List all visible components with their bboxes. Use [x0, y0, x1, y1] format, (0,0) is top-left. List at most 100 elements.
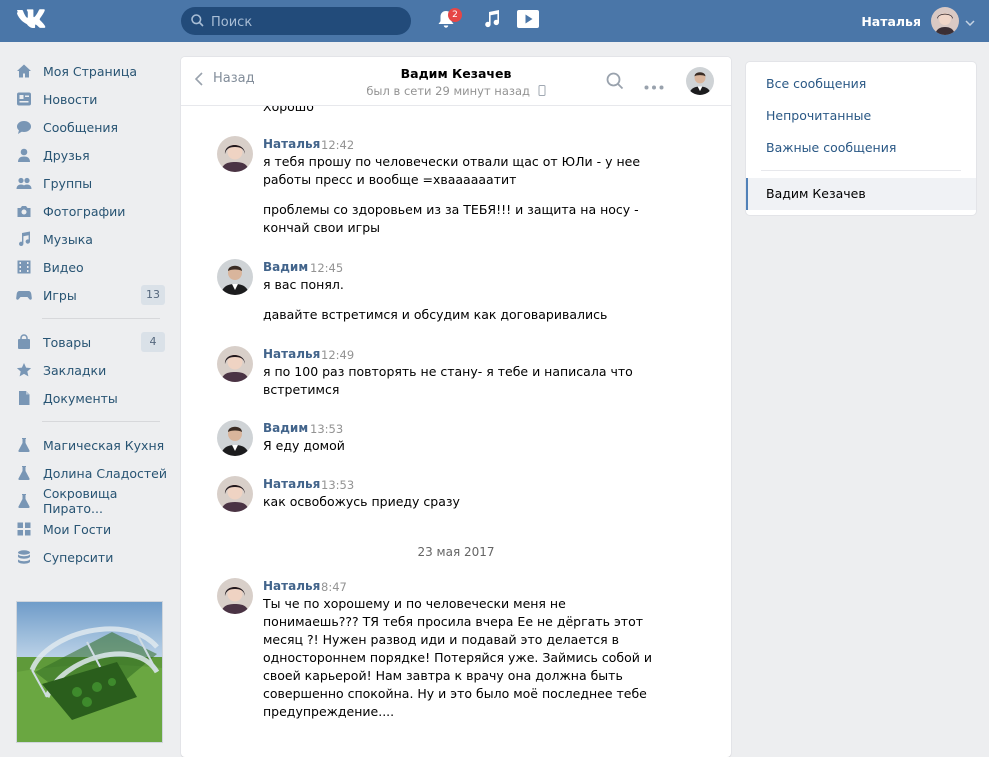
- music-button[interactable]: [482, 8, 510, 34]
- mobile-icon: [534, 84, 546, 98]
- games-count-badge: 13: [141, 285, 165, 305]
- message-time: 13:53: [321, 478, 355, 492]
- nav-label: Фотографии: [43, 203, 126, 219]
- nav-documents[interactable]: Документы: [0, 384, 170, 412]
- nav-groups[interactable]: Группы: [0, 169, 170, 197]
- avatar-natalia[interactable]: [217, 346, 253, 382]
- messages-icon: [16, 119, 32, 135]
- groups-icon: [16, 175, 32, 191]
- more-icon: [644, 85, 664, 90]
- nav-label: Сообщения: [43, 119, 119, 135]
- nav-label: Группы: [43, 175, 93, 191]
- nav-games[interactable]: Игры 13: [0, 281, 170, 309]
- search-input[interactable]: [209, 12, 403, 32]
- message-time: 12:49: [321, 348, 355, 362]
- nav-my-page[interactable]: Моя Страница: [0, 57, 170, 85]
- message-text: я вас понял.: [263, 277, 344, 292]
- peer-name[interactable]: Вадим Кезачев: [331, 66, 581, 81]
- peer-avatar[interactable]: [686, 67, 714, 95]
- top-bar: 2 Наталья: [0, 0, 989, 42]
- avatar-natalia[interactable]: [217, 476, 253, 512]
- notifications-badge: 2: [448, 8, 462, 22]
- peer-status: был в сети 29 минут назад: [331, 84, 581, 98]
- nav-label: Друзья: [43, 147, 90, 163]
- nav-label: Новости: [43, 91, 98, 107]
- notifications-button[interactable]: 2: [436, 8, 464, 34]
- filter-unread[interactable]: Непрочитанные: [746, 100, 976, 132]
- message-history[interactable]: Хорошо Наталья 12:42 я тебя прошу по чел…: [181, 57, 731, 757]
- message-author[interactable]: Вадим: [263, 260, 308, 274]
- message-time: 8:47: [321, 580, 347, 594]
- flask-icon: [16, 465, 32, 481]
- message-author[interactable]: Вадим: [263, 421, 308, 435]
- message-author[interactable]: Наталья: [263, 477, 320, 491]
- more-actions-button[interactable]: [644, 79, 664, 94]
- nav-bookmarks[interactable]: Закладки: [0, 356, 170, 384]
- nav-music[interactable]: Музыка: [0, 225, 170, 253]
- nav-label: Товары: [43, 334, 92, 350]
- search-icon: [606, 72, 624, 90]
- message-author[interactable]: Наталья: [263, 347, 320, 361]
- search-box[interactable]: [181, 7, 411, 35]
- bag-icon: [16, 334, 32, 350]
- news-icon: [16, 91, 32, 107]
- goods-count-badge: 4: [141, 332, 165, 352]
- chevron-left-icon: [195, 71, 203, 86]
- message-text: я тебя прошу по человечески отвали щас о…: [263, 154, 641, 187]
- back-label: Назад: [213, 71, 255, 86]
- gamepad-icon: [16, 287, 32, 303]
- friends-icon: [16, 147, 32, 163]
- message-author[interactable]: Наталья: [263, 137, 320, 151]
- active-conversation-tab[interactable]: Вадим Кезачев: [746, 178, 976, 210]
- message-text: как освобожусь приеду сразу: [263, 494, 460, 509]
- avatar-natalia[interactable]: [217, 136, 253, 172]
- coins-icon: [16, 549, 32, 565]
- nav-app-pirate-treasures[interactable]: Сокровища Пирато...: [0, 486, 170, 516]
- message-time: 12:45: [310, 261, 344, 275]
- star-icon: [16, 362, 32, 378]
- filter-important[interactable]: Важные сообщения: [746, 132, 976, 164]
- chevron-down-icon: [965, 14, 975, 29]
- nav-label: Закладки: [43, 362, 107, 378]
- nav-label: Мои Гости: [43, 521, 112, 537]
- nav-label: Игры: [43, 287, 77, 303]
- nav-app-sweet-valley[interactable]: Долина Сладостей: [0, 459, 170, 487]
- avatar-natalia[interactable]: [217, 578, 253, 614]
- nav-label: Моя Страница: [43, 63, 137, 79]
- camera-icon: [16, 203, 32, 219]
- message-time: 13:53: [310, 422, 344, 436]
- nav-label: Долина Сладостей: [43, 465, 167, 481]
- nav-video[interactable]: Видео: [0, 253, 170, 281]
- nav-app-supercity[interactable]: Суперсити: [0, 543, 170, 571]
- ad-image[interactable]: [16, 601, 163, 743]
- nav-app-my-guests[interactable]: Мои Гости: [0, 515, 170, 543]
- nav-app-magic-kitchen[interactable]: Магическая Кухня: [0, 431, 170, 459]
- message-text: давайте встретимся и обсудим как договар…: [263, 307, 608, 322]
- nav-label: Магическая Кухня: [43, 437, 165, 453]
- nav-messages[interactable]: Сообщения: [0, 113, 170, 141]
- flask-icon: [16, 437, 32, 453]
- back-button[interactable]: Назад: [195, 71, 255, 86]
- user-menu[interactable]: Наталья: [861, 5, 975, 37]
- nav-news[interactable]: Новости: [0, 85, 170, 113]
- avatar-vadim[interactable]: [217, 420, 253, 456]
- video-button[interactable]: [516, 8, 544, 34]
- play-icon: [516, 10, 540, 34]
- avatar-vadim[interactable]: [217, 259, 253, 295]
- date-separator: 23 мая 2017: [417, 545, 495, 559]
- filter-all-messages[interactable]: Все сообщения: [746, 68, 976, 100]
- nav-label: Сокровища Пирато...: [43, 486, 118, 516]
- search-in-chat-button[interactable]: [606, 72, 624, 94]
- message-author[interactable]: Наталья: [263, 579, 320, 593]
- chat-header: Назад Вадим Кезачев был в сети 29 минут …: [181, 57, 731, 106]
- music-icon: [482, 10, 502, 34]
- nav-label: Видео: [43, 259, 84, 275]
- nav-friends[interactable]: Друзья: [0, 141, 170, 169]
- vk-logo[interactable]: [16, 8, 50, 34]
- nav-goods[interactable]: Товары 4: [0, 328, 170, 356]
- message-text: Ты че по хорошему и по человечески меня …: [263, 596, 652, 719]
- nav-label: Документы: [43, 390, 118, 406]
- nav-photos[interactable]: Фотографии: [0, 197, 170, 225]
- nav-label: Суперсити: [43, 549, 114, 565]
- message-text: я по 100 раз повторять не стану- я тебе …: [263, 364, 633, 397]
